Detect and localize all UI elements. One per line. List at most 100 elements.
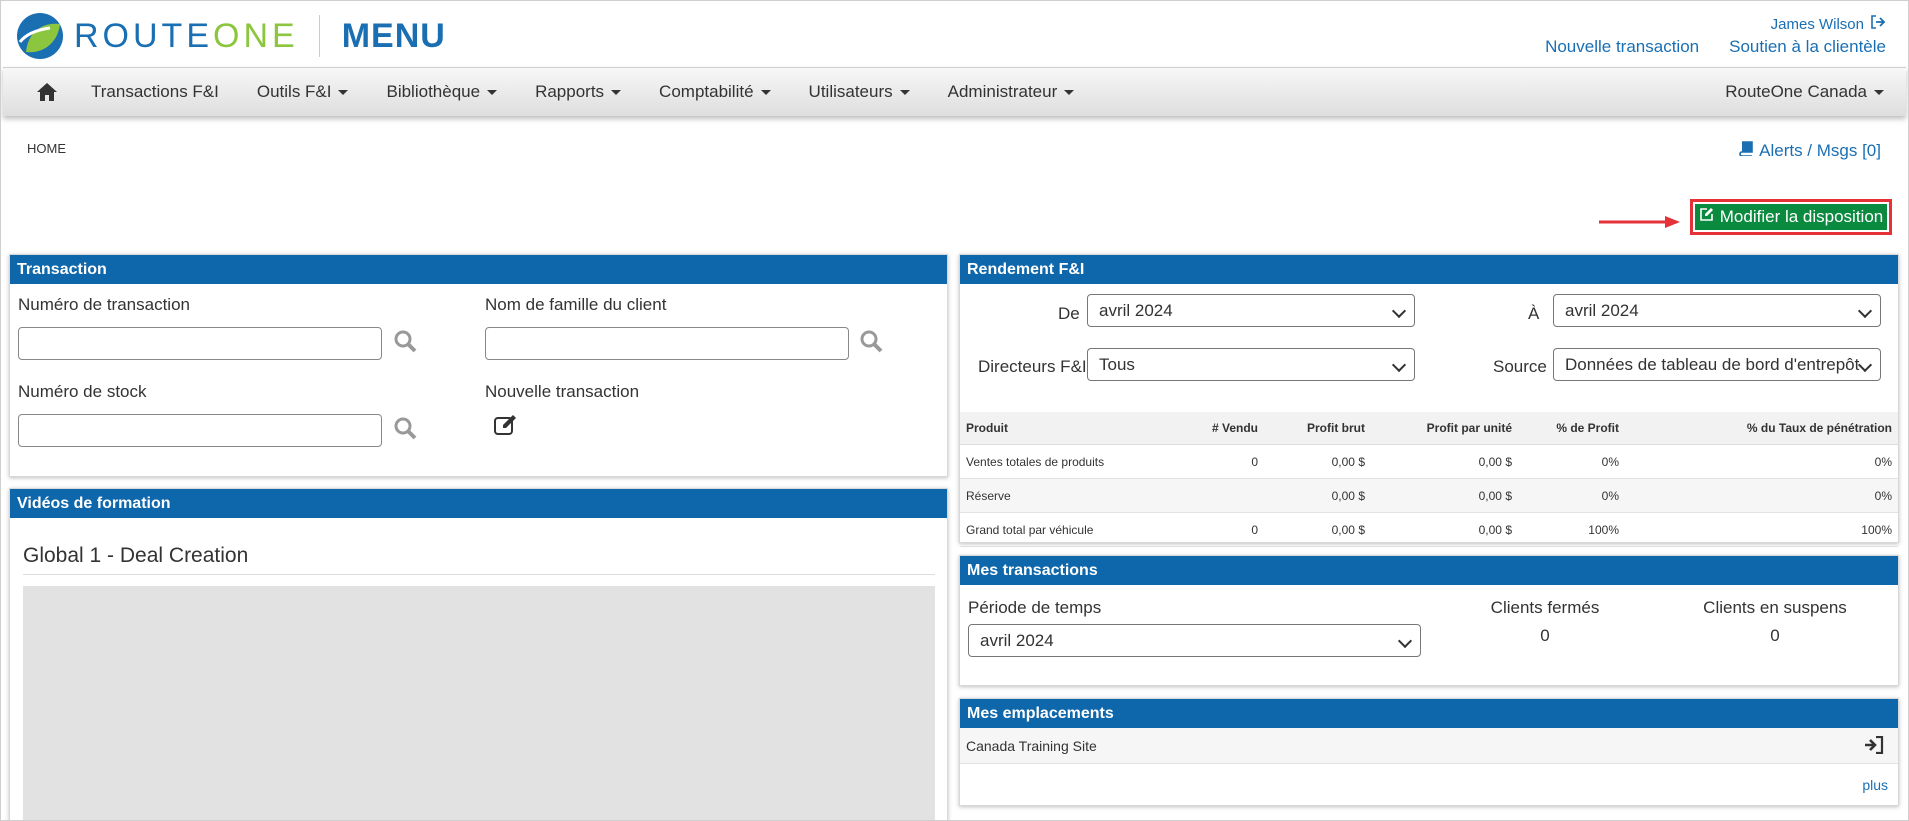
- app-frame: ROUTEONE MENU James Wilson Nouvelle tran…: [0, 0, 1909, 821]
- chevron-down-icon: [1857, 357, 1873, 373]
- source-value: Données de tableau de bord d'entrepôt: [1565, 355, 1860, 374]
- brand-route: ROUTE: [74, 16, 213, 55]
- alerts-link[interactable]: Alerts / Msgs [0]: [1739, 141, 1881, 161]
- search-icon[interactable]: [859, 329, 885, 355]
- table-cell: 0%: [1625, 444, 1898, 479]
- column-header: Produit: [960, 412, 1172, 445]
- panel-title: Transaction: [10, 255, 947, 284]
- location-name: Canada Training Site: [966, 738, 1097, 754]
- to-label: À: [1528, 304, 1540, 323]
- nav-label: RouteOne Canada: [1725, 82, 1867, 101]
- column-header: % de Profit: [1518, 412, 1625, 445]
- video-player[interactable]: [23, 586, 935, 820]
- user-name: James Wilson: [1770, 15, 1864, 33]
- sign-in-icon[interactable]: [1864, 736, 1884, 754]
- customer-support-link[interactable]: Soutien à la clientèle: [1729, 37, 1886, 57]
- column-header: % du Taux de pénétration: [1625, 412, 1898, 445]
- customer-lastname-input[interactable]: [485, 327, 849, 360]
- main-nav: Transactions F&I Outils F&I Bibliothèque…: [3, 67, 1906, 116]
- deal-number-label: Numéro de transaction: [18, 295, 190, 314]
- table-cell: 0: [1172, 512, 1264, 547]
- column-header: Profit brut: [1264, 412, 1371, 445]
- from-value: avril 2024: [1099, 301, 1173, 320]
- fi-managers-select[interactable]: Tous: [1087, 348, 1415, 381]
- edit-icon[interactable]: [493, 413, 519, 437]
- closed-customers-label: Clients fermés: [1490, 598, 1600, 617]
- nav-rapports[interactable]: Rapports: [535, 82, 622, 102]
- routeone-logo-icon: [16, 12, 64, 60]
- closed-customers-value: 0: [1540, 626, 1550, 645]
- table-cell: 100%: [1625, 512, 1898, 547]
- table-row: Ventes totales de produits 0 0,00 $ 0,00…: [960, 444, 1898, 479]
- routeone-logo[interactable]: ROUTEONE MENU: [16, 11, 446, 61]
- nav-label: Comptabilité: [659, 82, 754, 101]
- from-select[interactable]: avril 2024: [1087, 294, 1415, 327]
- table-row: Grand total par véhicule 0 0,00 $ 0,00 $…: [960, 512, 1898, 547]
- nav-comptabilite[interactable]: Comptabilité: [659, 82, 771, 102]
- caret-down-icon: [899, 89, 910, 95]
- chevron-down-icon: [1397, 633, 1413, 649]
- table-cell: Réserve: [960, 478, 1172, 513]
- column-header: Profit par unité: [1371, 412, 1518, 445]
- table-cell: 0: [1172, 444, 1264, 479]
- new-transaction-link[interactable]: Nouvelle transaction: [1545, 37, 1699, 57]
- table-cell: 0,00 $: [1264, 444, 1371, 479]
- more-link[interactable]: plus: [1862, 777, 1888, 793]
- table-cell: 0,00 $: [1371, 512, 1518, 547]
- brand-name: ROUTEONE: [74, 17, 299, 56]
- deal-number-input[interactable]: [18, 327, 382, 360]
- edit-icon: [1699, 207, 1714, 227]
- caret-down-icon: [760, 89, 771, 95]
- table-cell: 0%: [1518, 444, 1625, 479]
- panel-title: Rendement F&I: [960, 255, 1898, 284]
- nav-administrateur[interactable]: Administrateur: [948, 82, 1075, 102]
- menu-title: MENU: [341, 16, 446, 55]
- table-cell: 0,00 $: [1371, 478, 1518, 513]
- logout-icon[interactable]: [1870, 15, 1886, 33]
- brand-one: ONE: [213, 16, 299, 55]
- stock-number-input[interactable]: [18, 414, 382, 447]
- table-cell: Ventes totales de produits: [960, 444, 1172, 479]
- table-cell: 0,00 $: [1371, 444, 1518, 479]
- nav-label: Utilisateurs: [808, 82, 893, 101]
- to-select[interactable]: avril 2024: [1553, 294, 1881, 327]
- stock-number-label: Numéro de stock: [18, 382, 147, 401]
- fi-performance-table: Produit # Vendu Profit brut Profit par u…: [960, 412, 1898, 547]
- nav-utilisateurs[interactable]: Utilisateurs: [809, 82, 910, 102]
- customer-lastname-label: Nom de famille du client: [485, 295, 667, 314]
- table-cell: 0,00 $: [1264, 478, 1371, 513]
- location-row[interactable]: Canada Training Site: [960, 728, 1898, 764]
- table-cell: 100%: [1518, 512, 1625, 547]
- user-menu[interactable]: James Wilson: [1771, 15, 1886, 33]
- home-icon[interactable]: [29, 82, 65, 102]
- pending-customers-value: 0: [1770, 626, 1780, 645]
- video-title: Global 1 - Deal Creation: [23, 544, 935, 575]
- table-cell: [1172, 478, 1264, 513]
- fi-managers-label: Directeurs F&I: [978, 357, 1087, 376]
- logo-divider: [318, 15, 320, 57]
- breadcrumb[interactable]: HOME: [27, 141, 66, 156]
- nav-outils-fi[interactable]: Outils F&I: [257, 82, 349, 102]
- search-icon[interactable]: [393, 329, 419, 355]
- table-cell: Grand total par véhicule: [960, 512, 1172, 547]
- panel-title: Mes emplacements: [960, 699, 1898, 728]
- caret-down-icon: [487, 89, 498, 95]
- period-select[interactable]: avril 2024: [968, 624, 1421, 657]
- book-icon: [1739, 141, 1753, 161]
- nav-bibliotheque[interactable]: Bibliothèque: [386, 82, 498, 102]
- nav-label: Transactions F&I: [91, 82, 219, 101]
- period-label: Période de temps: [968, 598, 1102, 617]
- modify-layout-label: Modifier la disposition: [1719, 207, 1884, 226]
- modify-layout-button[interactable]: Modifier la disposition: [1690, 199, 1892, 235]
- nav-dealer-menu[interactable]: RouteOne Canada: [1725, 68, 1884, 116]
- caret-down-icon: [1064, 89, 1075, 95]
- source-select[interactable]: Données de tableau de bord d'entrepôt: [1553, 348, 1881, 381]
- caret-down-icon: [1874, 89, 1884, 95]
- chevron-down-icon: [1857, 303, 1873, 319]
- column-header: # Vendu: [1172, 412, 1264, 445]
- nav-transactions-fi[interactable]: Transactions F&I: [91, 82, 219, 102]
- panel-title: Mes transactions: [960, 556, 1898, 585]
- alerts-label: Alerts / Msgs [0]: [1759, 141, 1881, 160]
- chevron-down-icon: [1391, 357, 1407, 373]
- search-icon[interactable]: [393, 416, 419, 442]
